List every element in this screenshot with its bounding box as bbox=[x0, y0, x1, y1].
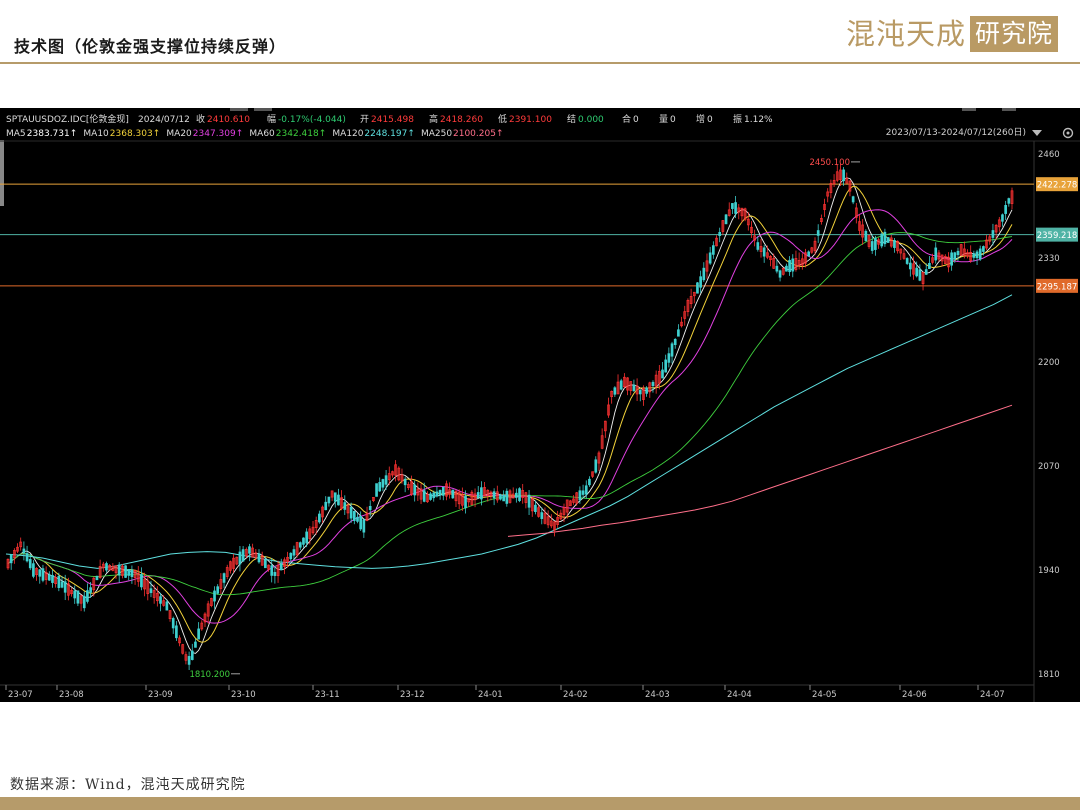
ma-label-ma20: MA20 bbox=[166, 129, 192, 139]
quote-label-9: 振 bbox=[733, 113, 742, 125]
quote-value-6: 0 bbox=[633, 115, 639, 125]
quote-label-8: 增 bbox=[696, 113, 705, 125]
high-annotation: 2450.100 bbox=[809, 158, 850, 168]
chart-background bbox=[0, 108, 1080, 702]
candle bbox=[880, 232, 884, 249]
y-tick: 1940 bbox=[1038, 566, 1060, 576]
quote-label-5: 结 bbox=[567, 113, 576, 125]
ma-label-ma10: MA10 bbox=[83, 129, 109, 139]
quote-value-5: 0.000 bbox=[578, 115, 604, 125]
date-range-label: 2023/07/13-2024/07/12(260日) bbox=[886, 127, 1026, 138]
candlestick-chart[interactable]: SPTAUUSDOZ.IDC[伦敦金现] 2024/07/12 收 2410.610 幅… bbox=[0, 108, 1080, 702]
x-tick: 23-07 bbox=[8, 690, 33, 700]
price-line-label-2: 2295.187 bbox=[1037, 282, 1078, 292]
x-tick: 24-05 bbox=[812, 690, 837, 700]
x-tick: 24-07 bbox=[980, 690, 1005, 700]
window-tab-3 bbox=[962, 108, 976, 111]
candle bbox=[124, 565, 127, 578]
y-tick: 1810 bbox=[1038, 670, 1060, 680]
y-tick: 2330 bbox=[1038, 254, 1060, 264]
x-tick: 23-08 bbox=[59, 690, 84, 700]
candle bbox=[905, 257, 909, 265]
y-tick: 2200 bbox=[1038, 358, 1060, 368]
left-scroll-handle[interactable] bbox=[0, 140, 4, 206]
quote-label-1: 幅 bbox=[267, 113, 276, 125]
candle bbox=[95, 575, 99, 581]
ma-value-ma20: 2347.309↑ bbox=[193, 129, 243, 139]
ma-label-ma250: MA250 bbox=[421, 129, 452, 139]
quote-label-6: 合 bbox=[622, 113, 631, 125]
slide-title: 技术图（伦敦金强支撑位持续反弹） bbox=[14, 37, 287, 56]
window-tab-4 bbox=[1002, 108, 1016, 111]
quote-value-1: -0.17%(-4.044) bbox=[278, 115, 346, 125]
quote-label-7: 量 bbox=[659, 114, 668, 125]
low-annotation: 1810.200 bbox=[189, 670, 230, 680]
bottom-bar bbox=[0, 797, 1080, 810]
quote-label-3: 高 bbox=[429, 113, 438, 125]
candle bbox=[867, 234, 871, 249]
quote-value-7: 0 bbox=[670, 115, 676, 125]
quote-label-4: 低 bbox=[498, 113, 507, 125]
candle bbox=[397, 466, 401, 482]
x-tick: 23-12 bbox=[400, 690, 425, 700]
candle bbox=[375, 483, 378, 497]
ma-label-ma60: MA60 bbox=[249, 129, 275, 139]
candle bbox=[470, 490, 474, 506]
candle bbox=[781, 267, 785, 276]
candle bbox=[619, 378, 623, 391]
ma-label-ma5: MA5 bbox=[6, 129, 26, 139]
candle bbox=[743, 207, 747, 222]
ma-value-ma250: 2100.205↑ bbox=[453, 129, 503, 139]
x-tick: 24-01 bbox=[478, 690, 503, 700]
x-tick: 24-06 bbox=[902, 690, 927, 700]
quote-date: 2024/07/12 bbox=[138, 115, 190, 125]
quote-symbol: SPTAUUSDOZ.IDC[伦敦金现] bbox=[6, 113, 129, 125]
candle bbox=[6, 558, 10, 570]
quote-value-3: 2418.260 bbox=[440, 115, 483, 125]
ma-value-ma5: 2383.731↑ bbox=[27, 129, 77, 139]
y-tick: 2460 bbox=[1038, 150, 1060, 160]
title-divider bbox=[0, 62, 1080, 64]
quote-value-2: 2415.498 bbox=[371, 115, 414, 125]
quote-value-8: 0 bbox=[707, 115, 713, 125]
chart-panel[interactable]: SPTAUUSDOZ.IDC[伦敦金现] 2024/07/12 收 2410.610 幅… bbox=[0, 108, 1080, 702]
candle bbox=[518, 487, 521, 503]
candle bbox=[724, 214, 728, 225]
candle bbox=[696, 281, 699, 294]
candle bbox=[210, 597, 213, 608]
quote-value-9: 1.12% bbox=[744, 115, 773, 125]
x-tick: 23-10 bbox=[231, 690, 256, 700]
candle bbox=[451, 489, 455, 499]
candle bbox=[569, 499, 572, 507]
source-note: 数据来源：Wind，混沌天成研究院 bbox=[10, 777, 246, 793]
logo-main-text: 混沌天成 bbox=[846, 17, 967, 51]
candle bbox=[181, 643, 185, 655]
quote-value-4: 2391.100 bbox=[509, 115, 552, 125]
quote-label-0: 收 bbox=[196, 113, 205, 125]
price-line-label-1: 2359.218 bbox=[1037, 231, 1078, 241]
ma-value-ma120: 2248.197↑ bbox=[364, 129, 414, 139]
candle bbox=[235, 556, 239, 566]
candle bbox=[959, 243, 963, 256]
window-tab-2 bbox=[254, 108, 272, 111]
candle bbox=[508, 489, 512, 504]
x-tick: 24-02 bbox=[563, 690, 588, 700]
candle bbox=[864, 229, 868, 242]
price-line-label-0: 2422.278 bbox=[1037, 181, 1078, 191]
y-tick: 2070 bbox=[1038, 462, 1060, 472]
x-tick: 23-11 bbox=[315, 690, 340, 700]
quote-label-2: 开 bbox=[360, 114, 369, 125]
ma-label-ma120: MA120 bbox=[332, 129, 363, 139]
quote-value-0: 2410.610 bbox=[207, 115, 250, 125]
candle bbox=[886, 237, 890, 243]
logo-box-text: 研究院 bbox=[970, 16, 1059, 52]
ma-value-ma60: 2342.418↑ bbox=[276, 129, 326, 139]
x-tick: 24-04 bbox=[727, 690, 752, 700]
x-tick: 24-03 bbox=[645, 690, 670, 700]
brand-logo: 混沌天成 研究院 bbox=[846, 16, 1059, 52]
ma-value-ma10: 2368.303↑ bbox=[110, 129, 160, 139]
x-tick: 23-09 bbox=[148, 690, 173, 700]
window-tab-1 bbox=[230, 108, 248, 111]
